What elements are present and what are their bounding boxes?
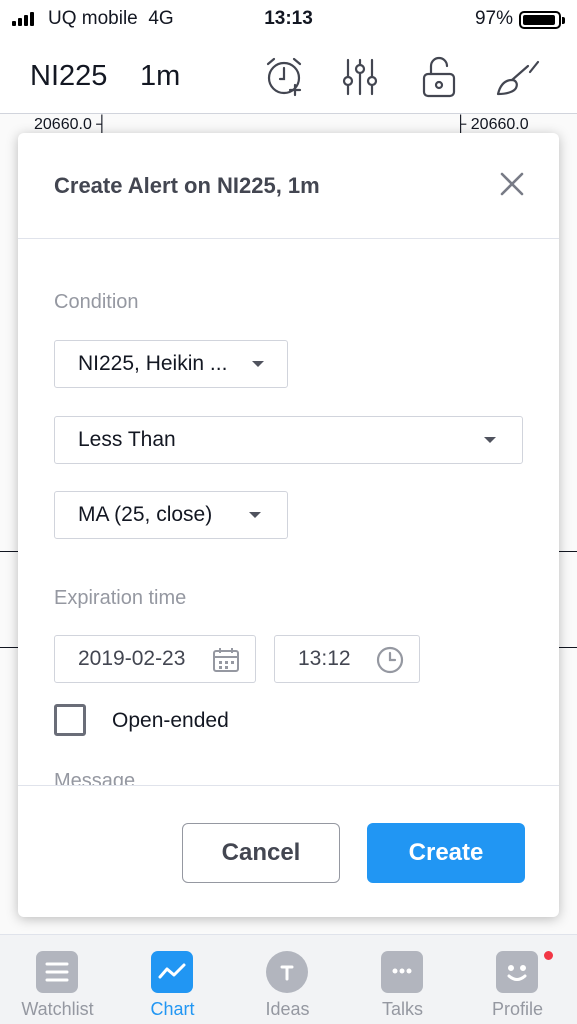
chart-icon	[151, 951, 193, 993]
bottom-tab-bar: Watchlist Chart Ideas Talks Profile	[0, 934, 577, 1024]
tab-talks[interactable]: Talks	[345, 935, 460, 1024]
interval-button[interactable]: 1m	[140, 60, 180, 93]
indicators-icon[interactable]	[338, 54, 386, 100]
expiration-date-field[interactable]: 2019-02-23	[54, 635, 256, 683]
date-value: 2019-02-23	[78, 647, 186, 670]
profile-icon	[496, 951, 538, 993]
notification-badge	[542, 949, 555, 962]
battery-percent: 97%	[474, 8, 513, 29]
dialog-body: Condition NI225, Heikin ... Less Than MA…	[18, 239, 559, 785]
battery-icon	[519, 11, 565, 29]
create-button[interactable]: Create	[367, 823, 525, 883]
clock-icon[interactable]	[375, 646, 405, 674]
time-value: 13:12	[298, 647, 351, 670]
close-icon[interactable]	[497, 169, 527, 199]
ideas-icon	[266, 951, 308, 993]
chevron-down-icon	[249, 512, 261, 518]
tab-profile[interactable]: Profile	[460, 935, 575, 1024]
tab-watchlist[interactable]: Watchlist	[0, 935, 115, 1024]
operator-select[interactable]: Less Than	[54, 416, 523, 464]
target-select[interactable]: MA (25, close)	[54, 491, 288, 539]
open-ended-checkbox[interactable]	[54, 704, 86, 736]
tab-label: Profile	[491, 999, 544, 1019]
unlock-icon[interactable]	[416, 54, 464, 100]
expiration-time-field[interactable]: 13:12	[274, 635, 420, 683]
chart-header: NI225 1m	[0, 38, 577, 114]
status-bar: UQ mobile 4G 13:13 97%	[0, 0, 577, 38]
source-select[interactable]: NI225, Heikin ...	[54, 340, 288, 388]
create-alert-dialog: Create Alert on NI225, 1m Condition NI22…	[18, 133, 559, 917]
chevron-down-icon	[252, 361, 264, 367]
talks-icon	[381, 951, 423, 993]
cancel-button[interactable]: Cancel	[182, 823, 340, 883]
brush-icon[interactable]	[494, 54, 542, 100]
watchlist-icon	[36, 951, 78, 993]
tab-chart[interactable]: Chart	[115, 935, 230, 1024]
tab-label: Ideas	[265, 999, 310, 1019]
message-label: Message	[54, 770, 136, 785]
condition-label: Condition	[54, 291, 139, 313]
calendar-icon[interactable]	[211, 646, 241, 674]
tab-ideas[interactable]: Ideas	[230, 935, 345, 1024]
tab-label: Talks	[381, 999, 423, 1019]
expiration-label: Expiration time	[54, 587, 187, 609]
source-select-value: NI225, Heikin ...	[78, 352, 228, 375]
tab-label: Chart	[150, 999, 195, 1019]
dialog-divider	[18, 785, 559, 786]
symbol-button[interactable]: NI225	[30, 60, 107, 93]
target-select-value: MA (25, close)	[78, 503, 213, 526]
chevron-down-icon	[484, 437, 496, 443]
dialog-title: Create Alert on NI225, 1m	[54, 173, 320, 198]
operator-select-value: Less Than	[78, 428, 176, 451]
tab-label: Watchlist	[21, 999, 94, 1019]
open-ended-label[interactable]: Open-ended	[112, 709, 229, 733]
alarm-add-icon[interactable]	[260, 54, 308, 100]
